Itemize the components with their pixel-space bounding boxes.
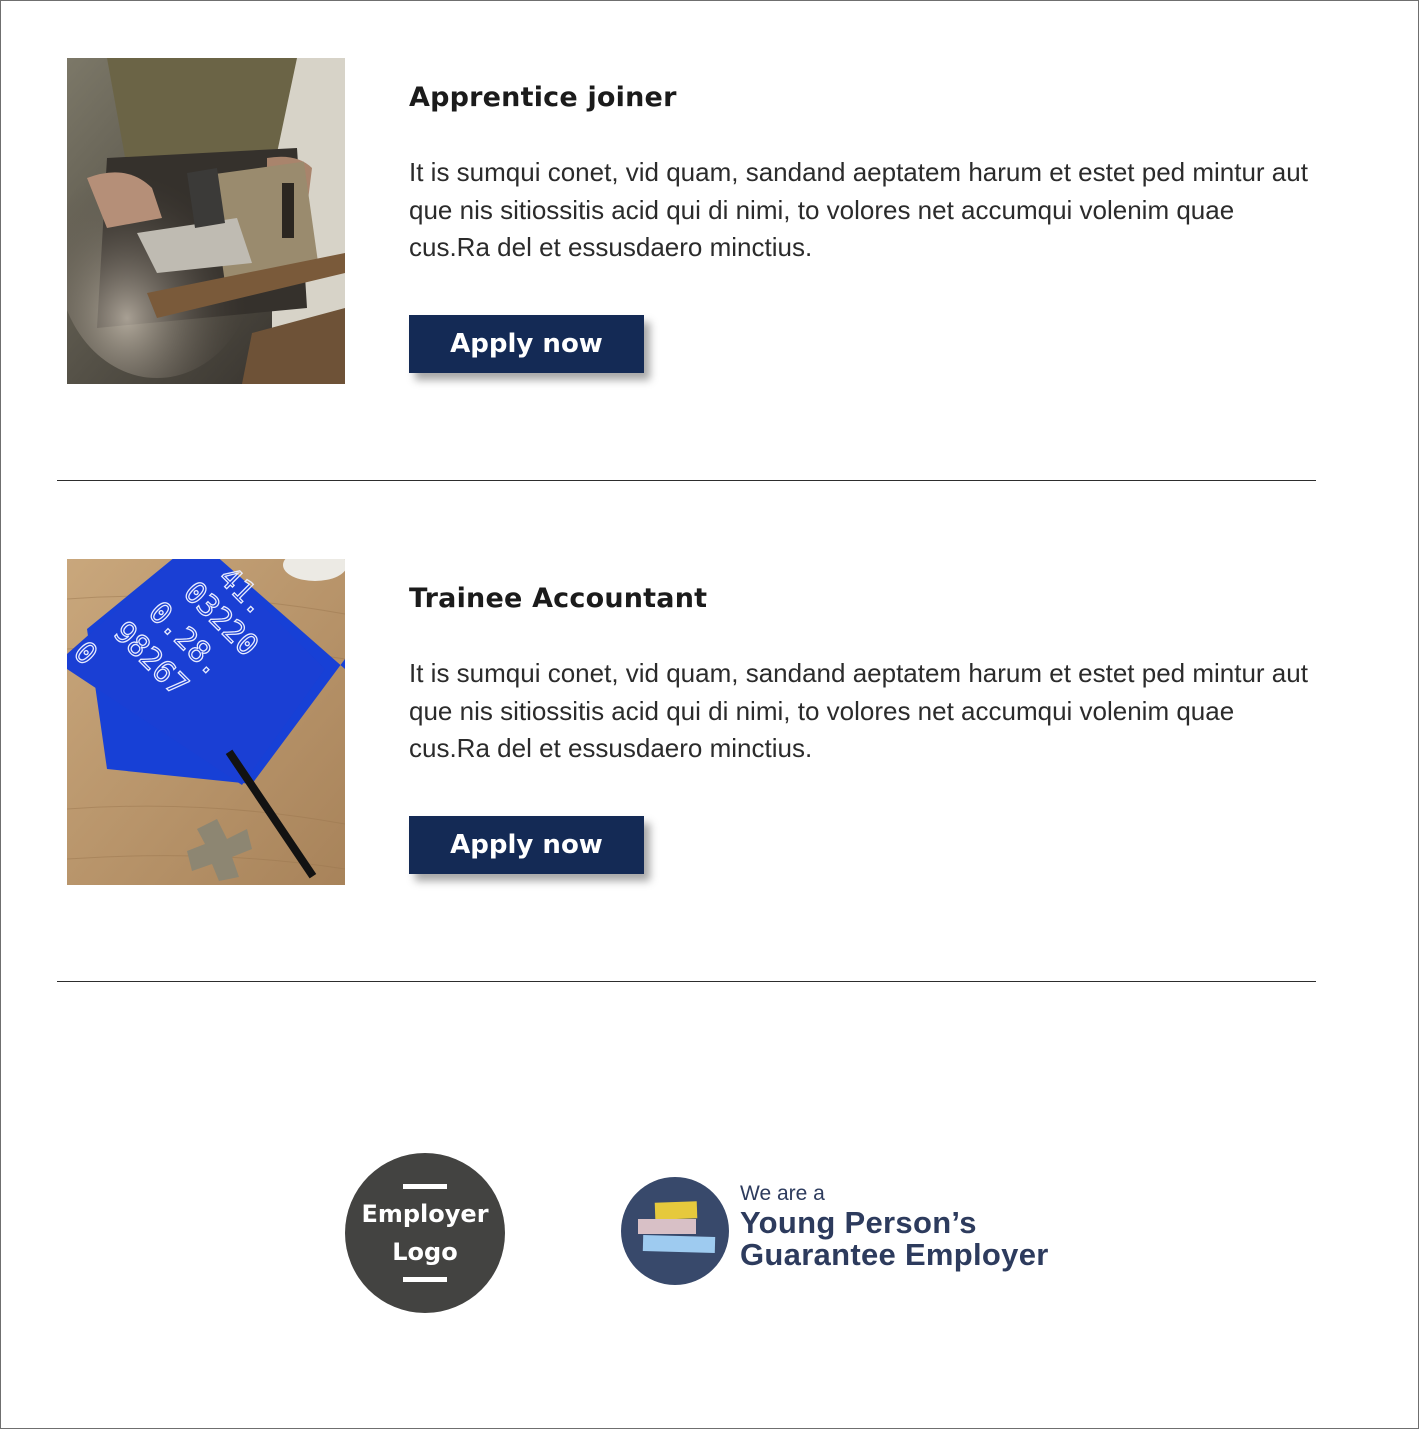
job-listing-page: Apprentice joiner It is sumqui conet, vi… <box>0 0 1419 1429</box>
ypg-line2: Guarantee Employer <box>740 1237 1049 1272</box>
ypg-title: Young Person’s Guarantee Employer <box>740 1207 1140 1271</box>
ypg-line1: Young Person’s <box>740 1205 977 1240</box>
employer-logo: Employer Logo <box>345 1153 505 1313</box>
job-card-apprentice-joiner: Apprentice joiner It is sumqui conet, vi… <box>67 58 1316 384</box>
apply-now-button[interactable]: Apply now <box>409 816 644 874</box>
job-title: Trainee Accountant <box>409 583 708 614</box>
logo-bar <box>403 1277 447 1282</box>
divider <box>57 981 1316 982</box>
ypg-badge-icon <box>621 1177 729 1285</box>
apply-now-button[interactable]: Apply now <box>409 315 644 373</box>
logo-bar <box>403 1184 447 1189</box>
joiner-photo <box>67 58 345 384</box>
job-title: Apprentice joiner <box>409 82 677 113</box>
employer-logo-line1: Employer <box>361 1200 489 1228</box>
employer-logo-line2: Logo <box>392 1238 458 1266</box>
divider <box>57 480 1316 481</box>
job-description: It is sumqui conet, vid quam, sandand ae… <box>409 658 1308 763</box>
ypg-small-text: We are a <box>740 1182 825 1205</box>
employer-logo-text: Employer Logo <box>345 1195 505 1271</box>
job-card-trainee-accountant: 41. 03220 0.28. 98267 0 Trainee Accounta… <box>67 559 1316 885</box>
accountant-photo: 41. 03220 0.28. 98267 0 <box>67 559 345 885</box>
job-description: It is sumqui conet, vid quam, sandand ae… <box>409 157 1308 262</box>
